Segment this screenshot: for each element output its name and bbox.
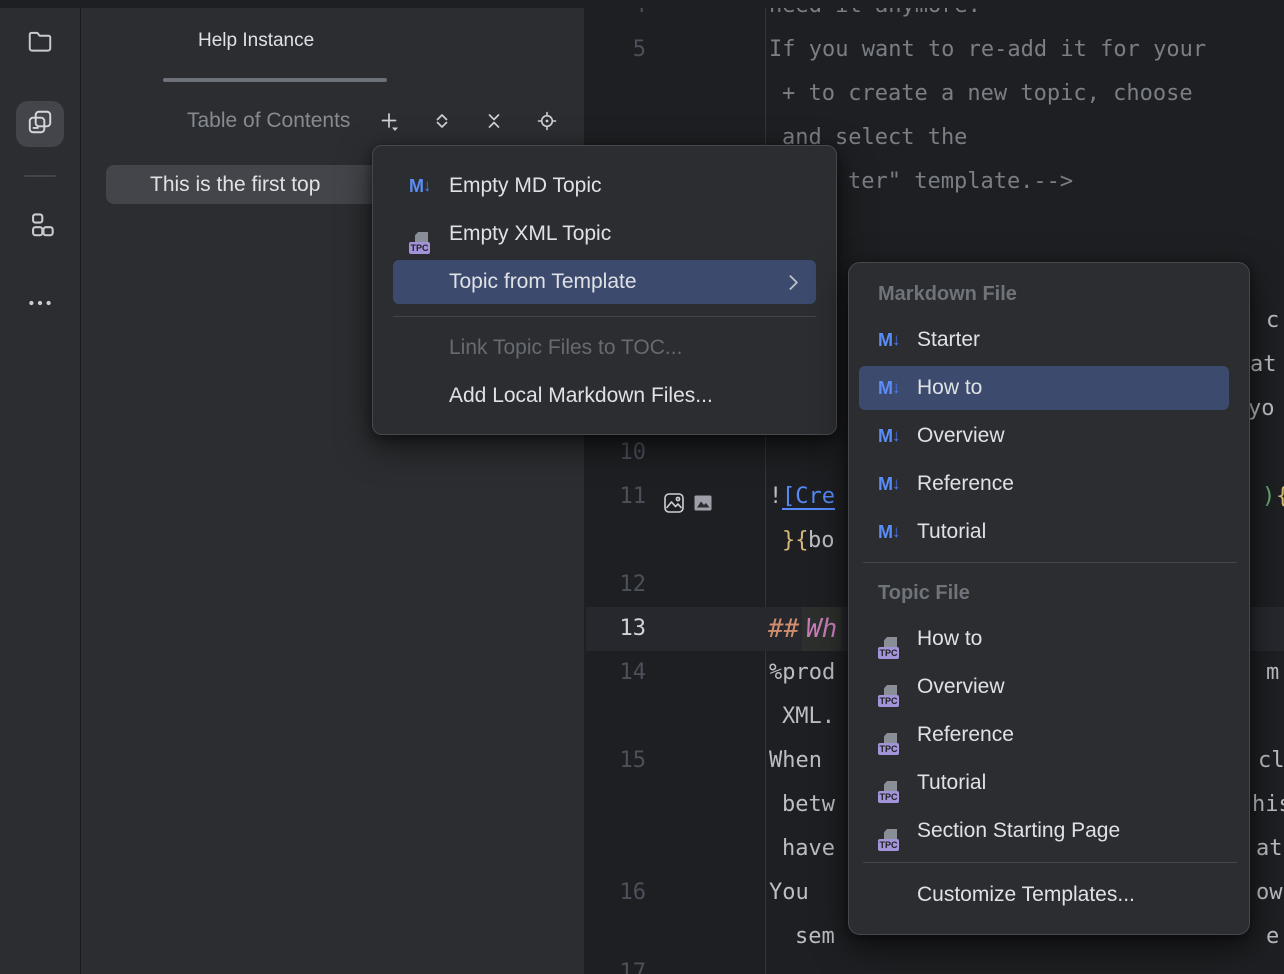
topic-file-icon: TPC <box>876 770 902 814</box>
tool-window-icon-strip <box>0 0 81 974</box>
code-fragment: ## <box>768 607 799 651</box>
markdown-file-icon: M↓ <box>878 510 901 554</box>
topic-file-icon: TPC <box>876 674 902 718</box>
group-header-topic-file: Topic File <box>878 576 970 610</box>
code-fragment: XML. <box>782 695 835 739</box>
submenu-item-overview-tpc[interactable]: TPC Overview <box>849 665 1249 709</box>
markdown-file-icon: M↓ <box>878 462 901 506</box>
code-fragment: his <box>1252 783 1284 827</box>
code-fragment: have <box>782 827 835 871</box>
image-outline-icon[interactable] <box>663 486 685 508</box>
line-number: 14 <box>586 651 646 695</box>
code-fragment: at <box>1256 827 1283 871</box>
submenu-item-reference-md[interactable]: M↓ Reference <box>849 462 1249 506</box>
menu-item-link-topic-files: Link Topic Files to TOC... <box>373 326 836 370</box>
sidebar-item-project[interactable] <box>16 21 64 67</box>
code-fragment: betw <box>782 783 835 827</box>
add-button[interactable] <box>379 111 399 131</box>
strip-divider <box>24 175 56 177</box>
submenu-item-how-to-tpc[interactable]: TPC How to <box>849 617 1249 661</box>
code-fragment: ) <box>1262 475 1275 519</box>
topic-file-icon: TPC <box>876 818 902 862</box>
expand-all-icon[interactable] <box>432 111 452 131</box>
code-fragment: at <box>1250 343 1277 387</box>
more-icon <box>26 289 54 322</box>
code-fragment: When <box>769 739 822 783</box>
submenu-item-how-to-md[interactable]: M↓ How to <box>859 366 1229 410</box>
code-fragment: { <box>1276 475 1284 519</box>
topic-file-icon: TPC <box>876 722 902 766</box>
new-topic-context-menu: M↓ Empty MD Topic TPC Empty XML Topic To… <box>372 145 837 435</box>
image-preview-icon[interactable] <box>692 486 714 508</box>
editor-line: + to create a new topic, choose <box>586 72 1284 116</box>
menu-item-empty-md-topic[interactable]: M↓ Empty MD Topic <box>373 164 836 208</box>
editor-line: 5 If you want to re-add it for your <box>586 28 1284 72</box>
markdown-file-icon: M↓ <box>409 164 432 208</box>
line-number: 13 <box>586 607 646 651</box>
submenu-item-tutorial-md[interactable]: M↓ Tutorial <box>849 510 1249 554</box>
markdown-file-icon: M↓ <box>878 414 901 458</box>
code-fragment: + to create a new topic, choose <box>782 72 1193 116</box>
menu-separator <box>863 562 1237 563</box>
active-tab-indicator <box>163 78 387 82</box>
code-fragment: ow <box>1256 871 1283 915</box>
code-fragment: cl <box>1258 739 1284 783</box>
line-number: 5 <box>586 28 646 72</box>
menu-item-empty-xml-topic[interactable]: TPC Empty XML Topic <box>373 212 836 256</box>
submenu-item-starter[interactable]: M↓ Starter <box>849 318 1249 362</box>
code-fragment: You <box>769 871 809 915</box>
topic-file-icon: TPC <box>876 626 902 670</box>
topic-template-submenu: Markdown File M↓ Starter M↓ How to M↓ Ov… <box>848 262 1250 935</box>
submenu-item-customize-templates[interactable]: Customize Templates... <box>849 873 1249 917</box>
code-fragment: bo <box>808 519 835 563</box>
topic-file-icon: TPC <box>407 221 433 265</box>
line-number: 11 <box>586 475 646 519</box>
markdown-file-icon: M↓ <box>878 366 901 410</box>
submenu-arrow-icon <box>783 275 799 291</box>
editor-link[interactable]: [Cre <box>782 475 835 519</box>
code-fragment: %prod <box>769 651 835 695</box>
sidebar-item-more[interactable] <box>16 282 64 328</box>
menu-separator <box>863 862 1237 863</box>
code-fragment: c <box>1266 299 1279 343</box>
tool-window-tab[interactable]: Help Instance <box>198 30 314 52</box>
sidebar-item-writerside[interactable] <box>16 101 64 147</box>
line-number: 15 <box>586 739 646 783</box>
code-fragment: ! <box>769 475 782 519</box>
toc-item-selected[interactable]: This is the first top <box>106 165 386 204</box>
line-number: 10 <box>586 431 646 475</box>
locate-icon[interactable] <box>537 111 557 131</box>
menu-separator <box>393 316 816 317</box>
code-fragment: If you want to re-add it for your <box>769 28 1206 72</box>
code-fragment: ter" template.--> <box>848 160 1073 204</box>
collapse-all-icon[interactable] <box>484 111 504 131</box>
code-fragment: yo <box>1248 387 1275 431</box>
menu-item-add-local-markdown[interactable]: Add Local Markdown Files... <box>373 374 836 418</box>
folder-icon <box>26 28 54 61</box>
group-header-markdown-file: Markdown File <box>878 277 1017 311</box>
submenu-item-overview-md[interactable]: M↓ Overview <box>849 414 1249 458</box>
tool-window-pages-icon <box>26 108 54 141</box>
editor-line: 17 <box>586 951 1284 974</box>
structure-icon <box>25 211 55 246</box>
line-number: 12 <box>586 563 646 607</box>
menu-item-topic-from-template[interactable]: Topic from Template <box>393 260 816 304</box>
code-fragment: m <box>1266 651 1279 695</box>
code-fragment: }{ <box>782 519 809 563</box>
line-number: 16 <box>586 871 646 915</box>
panel-title: Table of Contents <box>187 109 350 133</box>
sidebar-item-structure[interactable] <box>16 205 64 251</box>
window-top-edge <box>0 0 1284 8</box>
submenu-item-section-starting-page[interactable]: TPC Section Starting Page <box>849 809 1249 853</box>
submenu-item-reference-tpc[interactable]: TPC Reference <box>849 713 1249 757</box>
markdown-file-icon: M↓ <box>878 318 901 362</box>
line-number: 17 <box>586 951 646 974</box>
submenu-item-tutorial-tpc[interactable]: TPC Tutorial <box>849 761 1249 805</box>
code-fragment: Wh <box>802 607 841 651</box>
